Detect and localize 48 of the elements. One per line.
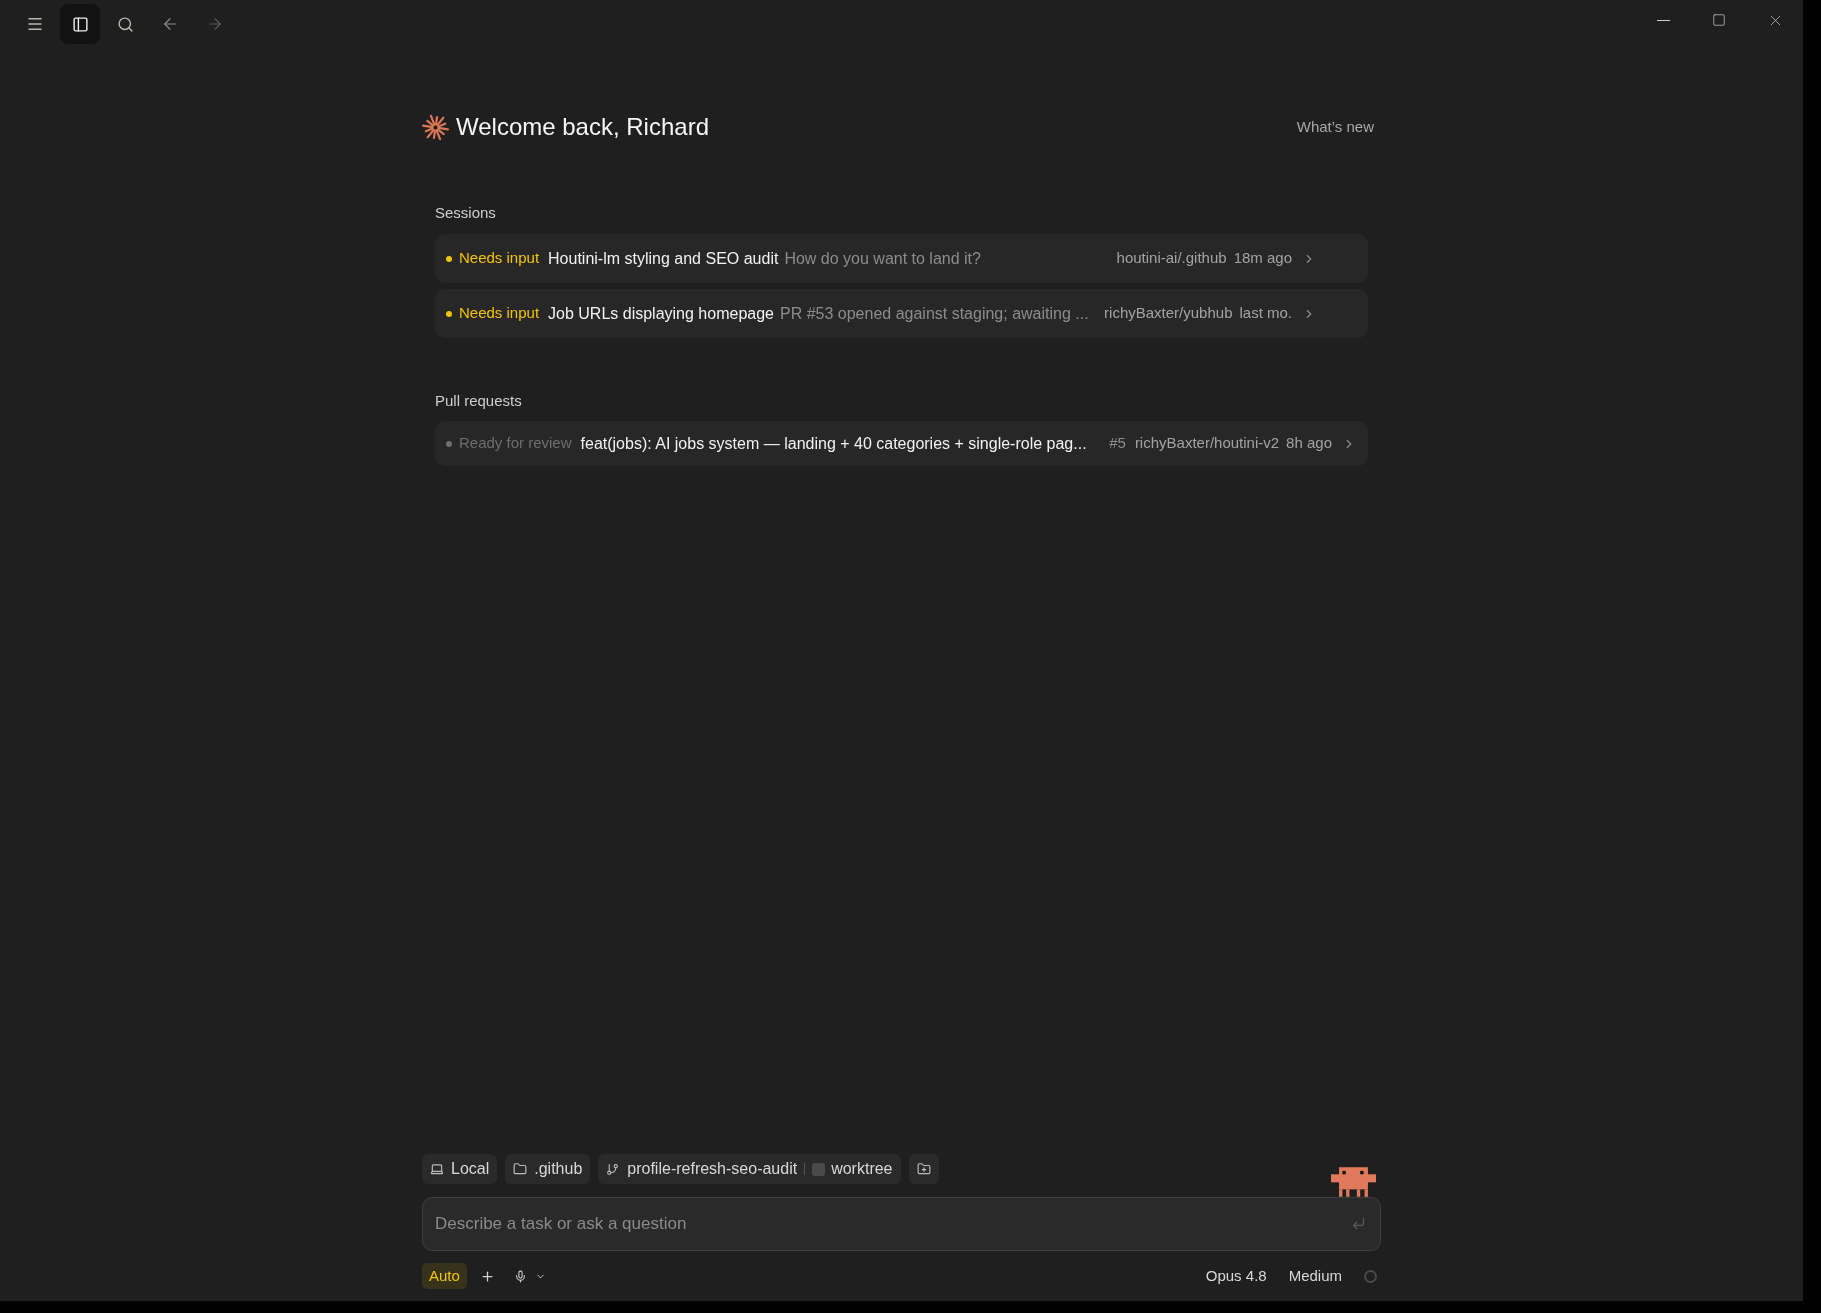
section-heading: Pull requests — [435, 391, 523, 411]
sidebar-toggle-button[interactable] — [60, 4, 100, 44]
status-label: Ready for review — [459, 433, 572, 454]
session-row[interactable]: Needs input Job URLs displaying homepage PR #53 opened against staging; awaiting ... richyBaxter/yubhub last mo. — [435, 289, 1368, 338]
session-title: Houtini-lm styling and SEO audit — [548, 248, 779, 269]
environment-chip[interactable]: Local — [422, 1154, 498, 1184]
session-message: PR #53 opened against staging; awaiting ... — [780, 303, 1089, 324]
laptop-icon — [430, 1162, 444, 1176]
repository-name: richyBaxter/houtini-v2 — [1134, 433, 1280, 454]
session-row[interactable]: Needs input Houtini-lm styling and SEO audit How do you want to land it? houtini-ai/.github 18m ago — [435, 234, 1368, 283]
mode-selector[interactable]: Auto — [422, 1263, 467, 1289]
folder-icon — [513, 1162, 528, 1176]
branch-selector[interactable]: profile-refresh-seo-audit — [606, 1157, 798, 1181]
arrow-right-icon — [206, 15, 224, 33]
session-message: How do you want to land it? — [784, 248, 981, 269]
time-label: 8h ago — [1286, 433, 1332, 454]
pull-request-number: #5 — [1109, 433, 1126, 454]
model-selector[interactable]: Opus 4.8 — [1205, 1264, 1267, 1288]
repository-name: richyBaxter/yubhub — [1104, 303, 1233, 324]
asterisk-logo-icon — [422, 113, 449, 141]
folder-chip[interactable]: .github — [505, 1154, 591, 1184]
welcome-title: Welcome back, Richard — [456, 112, 709, 142]
return-icon — [1351, 1216, 1366, 1231]
time-label: last mo. — [1239, 303, 1292, 324]
add-folder-button[interactable] — [908, 1154, 939, 1184]
ring-icon — [1364, 1269, 1377, 1283]
session-title: Job URLs displaying homepage — [548, 303, 774, 324]
maximize-icon — [1712, 13, 1726, 27]
repository-name: houtini-ai/.github — [1116, 248, 1227, 269]
status-label: Needs input — [459, 303, 540, 324]
microphone-icon — [513, 1269, 527, 1283]
pull-request-title: feat(jobs): AI jobs system — landing + 40 categories + single-role pag... — [580, 433, 1087, 454]
menu-icon — [26, 15, 44, 33]
sidebar-icon — [71, 15, 89, 33]
task-input-field[interactable]: Describe a task or ask a question — [422, 1197, 1381, 1251]
time-label: 18m ago — [1233, 248, 1292, 269]
effort-selector[interactable]: Medium — [1288, 1264, 1342, 1288]
whats-new-link[interactable]: What’s new — [1296, 115, 1374, 139]
pixel-creature-icon — [1331, 1167, 1376, 1197]
worktree-checkbox[interactable]: worktree — [812, 1157, 893, 1181]
section-heading: Sessions — [435, 203, 497, 223]
git-branch-icon — [606, 1162, 620, 1176]
pull-request-row[interactable]: Ready for review feat(jobs): AI jobs system — landing + 40 categories + single-role pag... #5 richyBaxter/houtini-v2 8h ago — [435, 421, 1368, 466]
status-label: Needs input — [459, 248, 540, 269]
folder-plus-icon — [916, 1162, 931, 1176]
minimize-icon — [1656, 19, 1670, 21]
search-icon — [116, 15, 134, 33]
plus-icon — [480, 1268, 496, 1284]
